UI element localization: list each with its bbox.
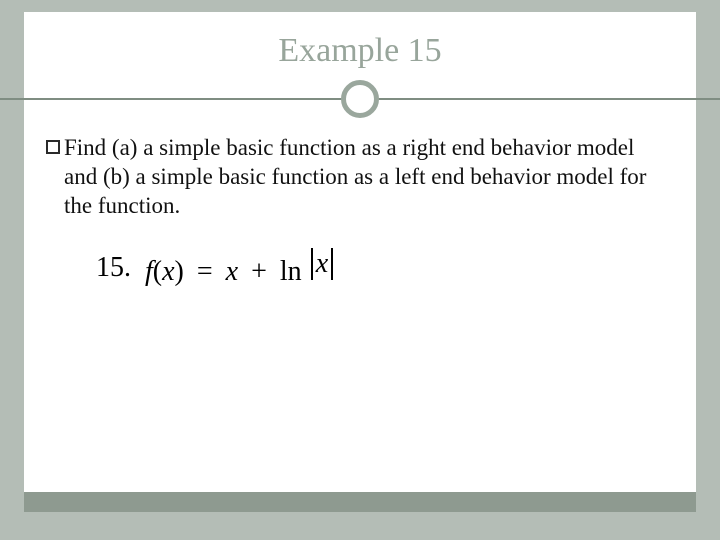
fn-name: f xyxy=(145,256,153,287)
ln-label: ln xyxy=(280,256,302,287)
bullet-item: Find (a) a simple basic function as a ri… xyxy=(46,134,666,220)
absolute-value: x xyxy=(311,248,333,280)
fn-arg: x xyxy=(162,256,174,287)
equation: 15. f(x) = x + ln x xyxy=(96,248,666,288)
equation-number: 15. xyxy=(96,252,131,284)
divider-circle-icon xyxy=(341,80,379,118)
abs-bar-right-icon xyxy=(331,248,333,280)
footer-bar xyxy=(24,492,696,512)
body: Find (a) a simple basic function as a ri… xyxy=(24,120,696,288)
abs-content: x xyxy=(313,248,331,280)
equation-expression: f(x) = x + ln x xyxy=(145,248,333,288)
slide-title: Example 15 xyxy=(24,12,696,80)
slide: Example 15 Find (a) a simple basic funct… xyxy=(0,0,720,540)
open-paren: ( xyxy=(153,256,162,287)
close-paren: ) xyxy=(175,256,184,287)
square-bullet-icon xyxy=(46,140,60,154)
equals-sign: = xyxy=(197,256,213,287)
title-divider xyxy=(24,80,696,120)
body-text: Find (a) a simple basic function as a ri… xyxy=(64,134,666,220)
rhs-term-x: x xyxy=(226,256,238,287)
plus-sign: + xyxy=(251,256,267,287)
content-box: Example 15 Find (a) a simple basic funct… xyxy=(24,12,696,492)
